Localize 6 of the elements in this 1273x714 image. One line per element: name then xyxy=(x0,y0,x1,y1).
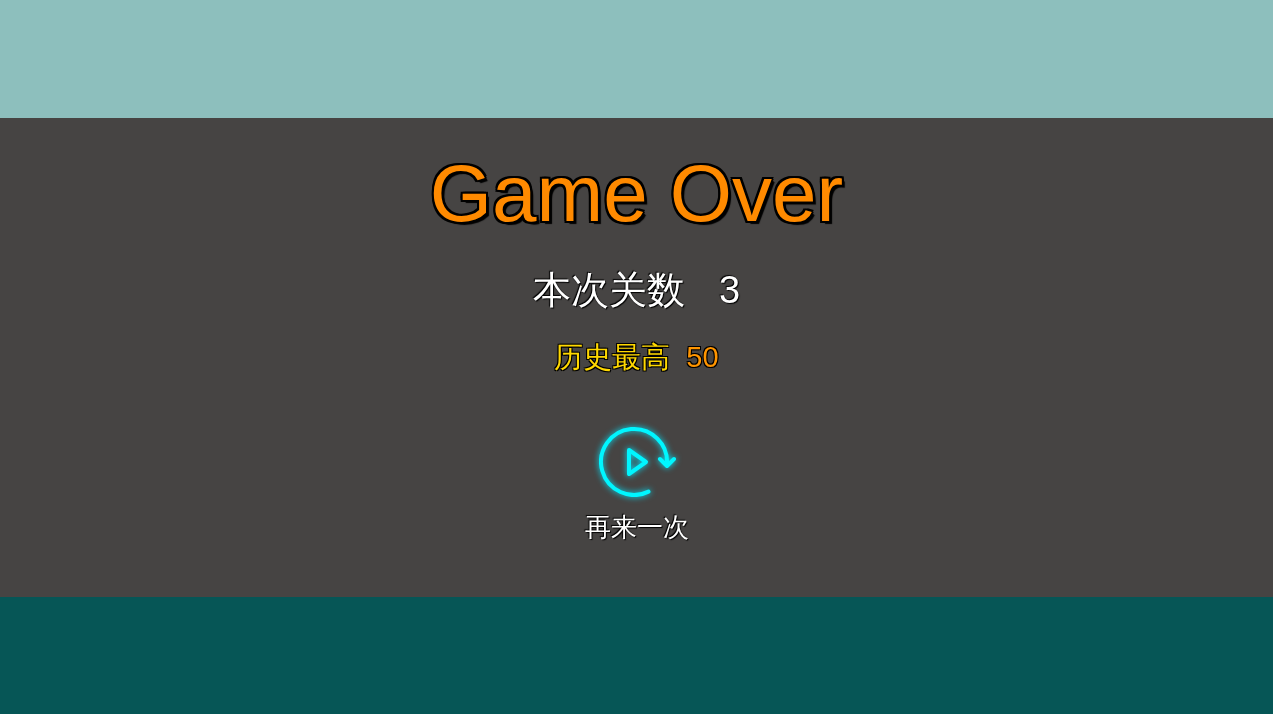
best-record-label: 历史最高 xyxy=(554,339,671,375)
best-record-value: 50 xyxy=(686,339,719,375)
game-over-title: Game Over xyxy=(429,148,844,240)
level-label: 本次关数 xyxy=(532,268,685,313)
replay-button[interactable]: 再来一次 xyxy=(584,424,689,544)
level-value: 3 xyxy=(718,268,741,313)
